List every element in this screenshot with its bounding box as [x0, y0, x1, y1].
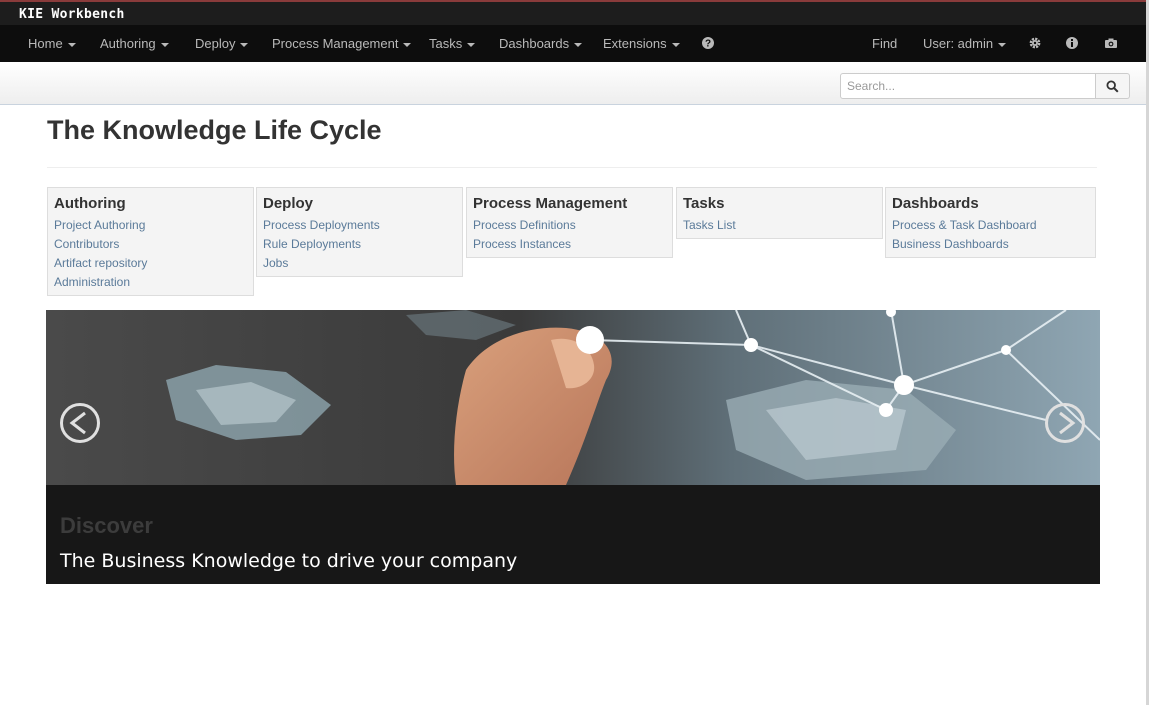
link-rule-deployments[interactable]: Rule Deployments: [263, 235, 456, 254]
link-project-authoring[interactable]: Project Authoring: [54, 216, 247, 235]
card-title: Dashboards: [892, 195, 979, 212]
caret-down-icon: [574, 42, 583, 47]
card-authoring: Authoring Project Authoring Contributors…: [47, 187, 254, 296]
nav-label: Tasks: [429, 36, 463, 51]
user-label: User: admin: [923, 36, 994, 51]
search-button[interactable]: [1096, 73, 1130, 99]
card-deploy: Deploy Process Deployments Rule Deployme…: [256, 187, 463, 277]
main-navbar: Home Authoring Deploy Process Management…: [0, 25, 1146, 63]
caret-down-icon: [467, 42, 476, 47]
nav-authoring[interactable]: Authoring: [100, 25, 169, 62]
caption-text: The Business Knowledge to drive your com…: [60, 550, 518, 572]
caret-down-icon: [998, 42, 1007, 47]
caret-down-icon: [67, 42, 76, 47]
caret-down-icon: [671, 42, 680, 47]
question-circle-icon[interactable]: ?: [701, 36, 715, 50]
link-process-instances[interactable]: Process Instances: [473, 235, 666, 254]
card-title: Authoring: [54, 195, 126, 212]
nav-dashboards[interactable]: Dashboards: [499, 25, 583, 62]
caret-down-icon: [160, 42, 169, 47]
card-title: Process Management: [473, 195, 628, 212]
caret-down-icon: [403, 42, 412, 47]
camera-icon[interactable]: [1104, 36, 1118, 50]
link-contributors[interactable]: Contributors: [54, 235, 247, 254]
title-bar: KIE Workbench: [0, 0, 1146, 25]
nav-home[interactable]: Home: [28, 25, 76, 62]
nav-label: Authoring: [100, 36, 156, 51]
nav-label: Process Management: [272, 36, 399, 51]
nav-process-management[interactable]: Process Management: [272, 25, 412, 62]
nav-label: Find: [872, 36, 898, 51]
nav-label: Extensions: [603, 36, 667, 51]
nav-label: Deploy: [195, 36, 236, 51]
link-process-task-dashboard[interactable]: Process & Task Dashboard: [892, 216, 1089, 235]
carousel-image: [46, 310, 1100, 485]
nav-deploy[interactable]: Deploy: [195, 25, 249, 62]
nav-user-menu[interactable]: User: admin: [923, 25, 1007, 62]
link-administration[interactable]: Administration: [54, 273, 247, 292]
caret-down-icon: [240, 42, 249, 47]
info-icon[interactable]: [1065, 36, 1079, 50]
nav-label: Home: [28, 36, 63, 51]
link-process-definitions[interactable]: Process Definitions: [473, 216, 666, 235]
link-tasks-list[interactable]: Tasks List: [683, 216, 876, 235]
search-icon: [1106, 79, 1119, 93]
card-dashboards: Dashboards Process & Task Dashboard Busi…: [885, 187, 1096, 258]
chevron-left-circle-icon[interactable]: [59, 402, 101, 444]
page-title: The Knowledge Life Cycle: [47, 115, 382, 145]
svg-text:?: ?: [705, 39, 711, 50]
nav-label: Dashboards: [499, 36, 570, 51]
card-title: Deploy: [263, 195, 314, 212]
divider: [47, 167, 1097, 168]
card-title: Tasks: [683, 195, 725, 212]
chevron-right-circle-icon[interactable]: [1044, 402, 1086, 444]
app-title: KIE Workbench: [19, 7, 125, 22]
link-jobs[interactable]: Jobs: [263, 254, 456, 273]
nav-extensions[interactable]: Extensions: [603, 25, 680, 62]
link-process-deployments[interactable]: Process Deployments: [263, 216, 456, 235]
caption-heading: Discover: [60, 513, 153, 538]
nav-find[interactable]: Find: [872, 25, 897, 62]
link-artifact-repository[interactable]: Artifact repository: [54, 254, 247, 273]
search-input[interactable]: [840, 73, 1096, 99]
gear-icon[interactable]: [1028, 36, 1042, 50]
card-process-management: Process Management Process Definitions P…: [466, 187, 673, 258]
card-tasks: Tasks Tasks List: [676, 187, 883, 239]
link-business-dashboards[interactable]: Business Dashboards: [892, 235, 1089, 254]
nav-tasks[interactable]: Tasks: [429, 25, 476, 62]
hero-carousel: Discover The Business Knowledge to drive…: [46, 310, 1100, 584]
